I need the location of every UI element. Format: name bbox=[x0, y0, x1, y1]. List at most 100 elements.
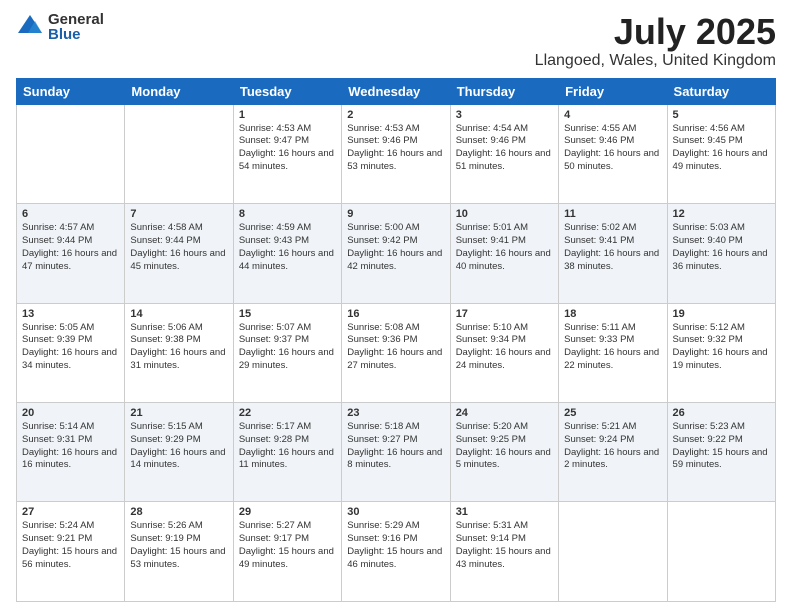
cell-info: Sunrise: 5:10 AM bbox=[456, 322, 553, 335]
cell-info: Sunrise: 5:12 AM bbox=[673, 322, 770, 335]
calendar-cell: 20Sunrise: 5:14 AMSunset: 9:31 PMDayligh… bbox=[17, 403, 125, 502]
cell-info: Daylight: 16 hours and 42 minutes. bbox=[347, 248, 444, 274]
cell-info: Daylight: 16 hours and 50 minutes. bbox=[564, 148, 661, 174]
day-number: 12 bbox=[673, 208, 770, 220]
calendar-cell: 9Sunrise: 5:00 AMSunset: 9:42 PMDaylight… bbox=[342, 204, 450, 303]
calendar-cell: 18Sunrise: 5:11 AMSunset: 9:33 PMDayligh… bbox=[559, 303, 667, 402]
cell-info: Sunset: 9:46 PM bbox=[456, 135, 553, 148]
cell-info: Sunset: 9:39 PM bbox=[22, 334, 119, 347]
day-number: 13 bbox=[22, 308, 119, 320]
calendar-cell: 14Sunrise: 5:06 AMSunset: 9:38 PMDayligh… bbox=[125, 303, 233, 402]
calendar-cell: 10Sunrise: 5:01 AMSunset: 9:41 PMDayligh… bbox=[450, 204, 558, 303]
cell-info: Sunset: 9:31 PM bbox=[22, 434, 119, 447]
calendar-cell: 12Sunrise: 5:03 AMSunset: 9:40 PMDayligh… bbox=[667, 204, 775, 303]
cell-info: Daylight: 15 hours and 46 minutes. bbox=[347, 546, 444, 572]
day-number: 10 bbox=[456, 208, 553, 220]
cell-info: Sunset: 9:46 PM bbox=[347, 135, 444, 148]
cell-info: Daylight: 16 hours and 14 minutes. bbox=[130, 447, 227, 473]
cell-info: Daylight: 15 hours and 53 minutes. bbox=[130, 546, 227, 572]
day-header-row: SundayMondayTuesdayWednesdayThursdayFrid… bbox=[17, 78, 776, 104]
cell-info: Sunrise: 4:58 AM bbox=[130, 222, 227, 235]
day-header-sunday: Sunday bbox=[17, 78, 125, 104]
cell-info: Sunset: 9:37 PM bbox=[239, 334, 336, 347]
cell-info: Sunset: 9:29 PM bbox=[130, 434, 227, 447]
day-number: 31 bbox=[456, 506, 553, 518]
cell-info: Sunrise: 5:29 AM bbox=[347, 520, 444, 533]
calendar-cell: 30Sunrise: 5:29 AMSunset: 9:16 PMDayligh… bbox=[342, 502, 450, 602]
calendar-cell: 5Sunrise: 4:56 AMSunset: 9:45 PMDaylight… bbox=[667, 104, 775, 203]
cell-info: Sunrise: 4:56 AM bbox=[673, 123, 770, 136]
cell-info: Daylight: 16 hours and 34 minutes. bbox=[22, 347, 119, 373]
cell-info: Sunrise: 5:07 AM bbox=[239, 322, 336, 335]
cell-info: Sunrise: 4:54 AM bbox=[456, 123, 553, 136]
cell-info: Daylight: 16 hours and 44 minutes. bbox=[239, 248, 336, 274]
cell-info: Sunrise: 5:05 AM bbox=[22, 322, 119, 335]
calendar-cell: 27Sunrise: 5:24 AMSunset: 9:21 PMDayligh… bbox=[17, 502, 125, 602]
cell-info: Daylight: 16 hours and 47 minutes. bbox=[22, 248, 119, 274]
calendar-cell: 31Sunrise: 5:31 AMSunset: 9:14 PMDayligh… bbox=[450, 502, 558, 602]
cell-info: Daylight: 16 hours and 45 minutes. bbox=[130, 248, 227, 274]
cell-info: Sunrise: 4:57 AM bbox=[22, 222, 119, 235]
calendar-cell: 15Sunrise: 5:07 AMSunset: 9:37 PMDayligh… bbox=[233, 303, 341, 402]
cell-info: Sunset: 9:32 PM bbox=[673, 334, 770, 347]
day-number: 30 bbox=[347, 506, 444, 518]
day-header-tuesday: Tuesday bbox=[233, 78, 341, 104]
calendar-cell: 2Sunrise: 4:53 AMSunset: 9:46 PMDaylight… bbox=[342, 104, 450, 203]
day-header-saturday: Saturday bbox=[667, 78, 775, 104]
cell-info: Daylight: 16 hours and 27 minutes. bbox=[347, 347, 444, 373]
cell-info: Sunrise: 5:15 AM bbox=[130, 421, 227, 434]
cell-info: Sunset: 9:36 PM bbox=[347, 334, 444, 347]
day-number: 28 bbox=[130, 506, 227, 518]
calendar-cell: 29Sunrise: 5:27 AMSunset: 9:17 PMDayligh… bbox=[233, 502, 341, 602]
calendar-cell: 4Sunrise: 4:55 AMSunset: 9:46 PMDaylight… bbox=[559, 104, 667, 203]
logo: General Blue bbox=[16, 12, 104, 42]
cell-info: Daylight: 16 hours and 11 minutes. bbox=[239, 447, 336, 473]
cell-info: Sunrise: 5:24 AM bbox=[22, 520, 119, 533]
cell-info: Sunset: 9:42 PM bbox=[347, 235, 444, 248]
calendar-cell bbox=[667, 502, 775, 602]
cell-info: Daylight: 16 hours and 22 minutes. bbox=[564, 347, 661, 373]
cell-info: Sunset: 9:17 PM bbox=[239, 533, 336, 546]
header: General Blue July 2025 Llangoed, Wales, … bbox=[16, 12, 776, 70]
cell-info: Sunrise: 5:17 AM bbox=[239, 421, 336, 434]
calendar-cell: 19Sunrise: 5:12 AMSunset: 9:32 PMDayligh… bbox=[667, 303, 775, 402]
cell-info: Daylight: 16 hours and 31 minutes. bbox=[130, 347, 227, 373]
day-number: 25 bbox=[564, 407, 661, 419]
day-number: 11 bbox=[564, 208, 661, 220]
cell-info: Sunrise: 5:21 AM bbox=[564, 421, 661, 434]
day-number: 1 bbox=[239, 109, 336, 121]
location-title: Llangoed, Wales, United Kingdom bbox=[535, 52, 776, 70]
cell-info: Sunset: 9:43 PM bbox=[239, 235, 336, 248]
calendar-cell bbox=[559, 502, 667, 602]
cell-info: Sunrise: 5:11 AM bbox=[564, 322, 661, 335]
cell-info: Sunrise: 4:53 AM bbox=[239, 123, 336, 136]
cell-info: Sunrise: 5:31 AM bbox=[456, 520, 553, 533]
cell-info: Sunset: 9:41 PM bbox=[456, 235, 553, 248]
calendar-cell bbox=[17, 104, 125, 203]
logo-blue-text: Blue bbox=[48, 27, 104, 42]
cell-info: Sunrise: 5:01 AM bbox=[456, 222, 553, 235]
cell-info: Daylight: 16 hours and 36 minutes. bbox=[673, 248, 770, 274]
day-number: 17 bbox=[456, 308, 553, 320]
cell-info: Sunset: 9:25 PM bbox=[456, 434, 553, 447]
cell-info: Sunset: 9:27 PM bbox=[347, 434, 444, 447]
calendar-cell: 11Sunrise: 5:02 AMSunset: 9:41 PMDayligh… bbox=[559, 204, 667, 303]
day-number: 22 bbox=[239, 407, 336, 419]
cell-info: Sunrise: 5:06 AM bbox=[130, 322, 227, 335]
cell-info: Sunset: 9:44 PM bbox=[130, 235, 227, 248]
day-number: 18 bbox=[564, 308, 661, 320]
cell-info: Daylight: 16 hours and 51 minutes. bbox=[456, 148, 553, 174]
calendar-cell: 21Sunrise: 5:15 AMSunset: 9:29 PMDayligh… bbox=[125, 403, 233, 502]
month-title: July 2025 bbox=[535, 12, 776, 52]
cell-info: Sunset: 9:34 PM bbox=[456, 334, 553, 347]
day-number: 4 bbox=[564, 109, 661, 121]
day-number: 6 bbox=[22, 208, 119, 220]
calendar-cell: 17Sunrise: 5:10 AMSunset: 9:34 PMDayligh… bbox=[450, 303, 558, 402]
cell-info: Sunrise: 5:14 AM bbox=[22, 421, 119, 434]
page: General Blue July 2025 Llangoed, Wales, … bbox=[0, 0, 792, 612]
cell-info: Sunrise: 5:20 AM bbox=[456, 421, 553, 434]
cell-info: Daylight: 16 hours and 54 minutes. bbox=[239, 148, 336, 174]
cell-info: Daylight: 16 hours and 38 minutes. bbox=[564, 248, 661, 274]
day-number: 20 bbox=[22, 407, 119, 419]
day-number: 7 bbox=[130, 208, 227, 220]
